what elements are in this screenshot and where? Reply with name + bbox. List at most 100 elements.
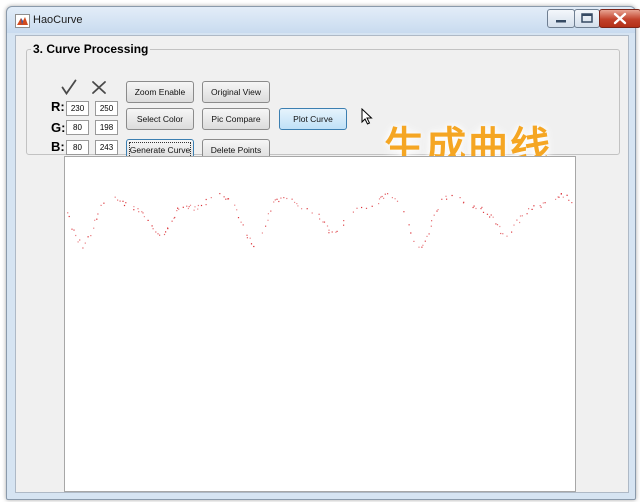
g-min-field[interactable]: 80: [66, 120, 89, 135]
curve-point: [100, 204, 102, 206]
curve-point: [75, 234, 77, 237]
curve-point: [472, 206, 474, 209]
curve-point: [441, 198, 443, 200]
curve-point: [71, 228, 73, 230]
plot-canvas[interactable]: [64, 156, 576, 492]
curve-point: [384, 193, 386, 195]
close-button[interactable]: [599, 9, 640, 28]
app-window: HaoCurve 3. Curve Processing R: 230 250 …: [6, 6, 640, 500]
curve-point: [424, 240, 426, 242]
client-area: 3. Curve Processing R: 230 250 G: 80 198…: [15, 35, 629, 493]
curve-point: [446, 198, 448, 200]
close-icon: [613, 12, 627, 25]
x-icon[interactable]: [91, 80, 107, 100]
curve-point: [133, 206, 135, 208]
curve-point: [265, 225, 267, 227]
curve-point: [197, 204, 199, 207]
curve-point: [133, 209, 135, 211]
zoom-enable-button[interactable]: Zoom Enable: [126, 81, 194, 103]
curve-point: [93, 227, 95, 229]
mouse-cursor-icon: [361, 107, 373, 130]
curve-point: [422, 244, 424, 246]
b-min-field[interactable]: 80: [66, 140, 89, 155]
curve-point: [223, 196, 225, 198]
check-icon[interactable]: [61, 79, 77, 100]
curve-point: [165, 231, 167, 233]
curve-point: [123, 204, 126, 207]
curve-point: [371, 205, 373, 207]
curve-point: [555, 198, 557, 200]
panel-title: 3. Curve Processing: [31, 42, 151, 56]
curve-point: [73, 229, 75, 231]
curve-point: [188, 206, 190, 208]
curve-point: [147, 219, 149, 221]
r-label: R:: [51, 99, 65, 114]
b-label: B:: [51, 139, 65, 154]
curve-point: [475, 207, 477, 210]
curve-point: [521, 215, 523, 217]
curve-point: [421, 246, 423, 248]
curve-point: [394, 198, 396, 200]
curve-point: [301, 208, 303, 210]
curve-point: [250, 243, 253, 245]
curve-point: [437, 209, 439, 211]
curve-point: [194, 206, 196, 208]
r-min-field[interactable]: 230: [66, 101, 89, 116]
curve-point: [197, 208, 199, 210]
curve-point: [205, 204, 207, 206]
curve-point: [473, 205, 475, 207]
curve-point: [249, 237, 251, 239]
curve-point: [176, 210, 178, 212]
curve-point: [319, 218, 321, 220]
curve-point: [138, 211, 140, 213]
title-bar[interactable]: HaoCurve: [7, 7, 640, 33]
minimize-button[interactable]: [547, 9, 575, 28]
g-max-field[interactable]: 198: [95, 120, 118, 135]
curve-point: [68, 215, 70, 218]
curve-point: [90, 235, 92, 237]
minimize-icon: [556, 20, 566, 23]
curve-point: [322, 221, 324, 223]
curve-point: [426, 235, 428, 237]
maximize-button[interactable]: [574, 9, 600, 28]
curve-point: [267, 213, 269, 215]
curve-point: [482, 211, 485, 213]
r-max-field[interactable]: 250: [95, 101, 118, 116]
curve-point: [378, 198, 381, 200]
curve-point: [486, 213, 488, 215]
curve-point: [396, 200, 399, 202]
curve-point: [560, 193, 562, 195]
curve-point: [246, 237, 248, 239]
curve-point: [328, 232, 330, 234]
curve-point: [481, 206, 483, 208]
curve-point: [273, 201, 275, 203]
curve-point: [436, 210, 438, 212]
curve-point: [495, 223, 497, 225]
curve-point: [182, 206, 184, 208]
curve-point: [157, 233, 159, 235]
curve-point: [167, 227, 169, 229]
curve-point: [380, 196, 382, 198]
curve-point: [294, 201, 296, 203]
curve-point: [542, 202, 544, 204]
plot-curve-button[interactable]: Plot Curve: [279, 108, 347, 130]
curve-point: [219, 193, 221, 195]
curve-point: [246, 234, 248, 236]
curve-processing-panel: 3. Curve Processing R: 230 250 G: 80 198…: [26, 42, 620, 169]
curve-point: [558, 196, 560, 198]
curve-point: [174, 216, 176, 219]
curve-point: [270, 210, 272, 212]
curve-point: [237, 217, 240, 219]
curve-point: [103, 202, 105, 204]
curve-point: [87, 236, 89, 238]
select-color-button[interactable]: Select Color: [126, 108, 194, 130]
curve-point: [544, 202, 546, 204]
original-view-button[interactable]: Original View: [202, 81, 270, 103]
b-max-field[interactable]: 243: [95, 140, 118, 155]
curve-point: [499, 225, 501, 228]
curve-point: [193, 209, 195, 211]
curve-point: [178, 208, 180, 210]
curve-point: [227, 198, 230, 200]
pic-compare-button[interactable]: Pic Compare: [202, 108, 270, 130]
curve-point: [125, 202, 127, 204]
